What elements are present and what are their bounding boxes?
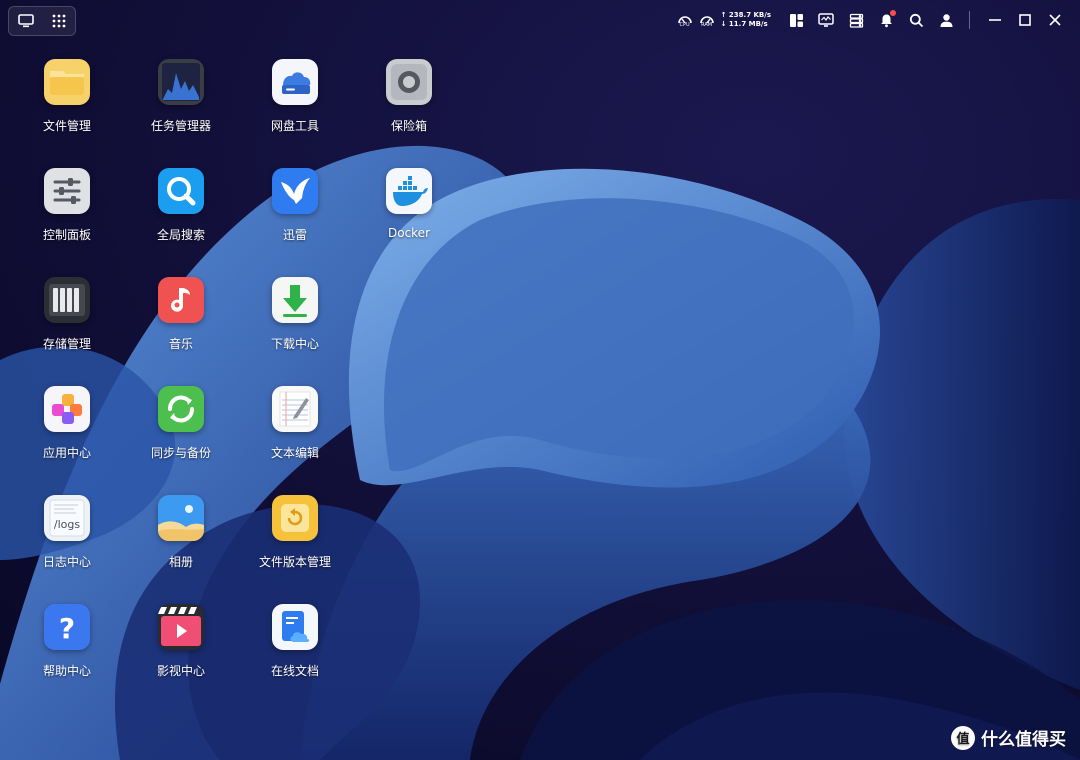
online-document-icon — [272, 604, 318, 650]
app-video-center[interactable]: 影视中心 — [136, 600, 226, 700]
cloud-drive-icon — [272, 59, 318, 105]
folder-icon — [44, 59, 90, 105]
storage-drives-icon — [44, 277, 90, 323]
app-safe-box[interactable]: 保险箱 — [364, 55, 454, 155]
app-docker[interactable]: Docker — [364, 164, 454, 264]
help-question-icon: ? — [44, 604, 90, 650]
network-speed[interactable]: ↑ 238.7 KB/s ↓ 11.7 MB/s — [721, 11, 771, 29]
app-control-panel[interactable]: 控制面板 — [22, 164, 112, 264]
safe-icon — [386, 59, 432, 105]
app-label: 日志中心 — [42, 555, 91, 569]
app-label: 保险箱 — [390, 119, 427, 133]
photo-landscape-icon — [158, 495, 204, 541]
app-grid-icon[interactable] — [48, 10, 70, 32]
server-status-icon[interactable] — [845, 9, 867, 31]
app-label: 影视中心 — [156, 664, 205, 678]
file-version-icon — [272, 495, 318, 541]
app-label: 任务管理器 — [150, 119, 211, 133]
ram-gauge[interactable]: RAM — [699, 13, 715, 28]
app-label: 迅雷 — [282, 228, 307, 242]
app-xunlei[interactable]: 迅雷 — [250, 164, 340, 264]
app-storage-manager[interactable]: 存储管理 — [22, 273, 112, 373]
app-label: 应用中心 — [42, 446, 91, 460]
app-label: 在线文档 — [270, 664, 319, 678]
download-speed: ↓ 11.7 MB/s — [720, 20, 768, 28]
watermark-logo: 值 — [951, 725, 975, 750]
music-note-icon — [158, 277, 204, 323]
ram-label: RAM — [701, 21, 713, 28]
app-sync-backup[interactable]: 同步与备份 — [136, 382, 226, 482]
upload-speed: ↑ 238.7 KB/s — [720, 11, 771, 19]
app-log-center[interactable]: /logs 日志中心 — [22, 491, 112, 591]
app-global-search[interactable]: 全局搜索 — [136, 164, 226, 264]
app-text-editor[interactable]: 文本编辑 — [250, 382, 340, 482]
resource-monitor-icon[interactable] — [815, 9, 837, 31]
app-label: 文件版本管理 — [258, 555, 331, 569]
help-icon-text: ? — [59, 612, 75, 645]
app-photo-album[interactable]: 相册 — [136, 491, 226, 591]
app-label: 相册 — [168, 555, 193, 569]
app-label: 帮助中心 — [42, 664, 91, 678]
notification-badge — [890, 10, 896, 16]
app-label: 文本编辑 — [270, 446, 319, 460]
user-account-icon[interactable] — [935, 9, 957, 31]
download-arrow-icon — [272, 277, 318, 323]
app-app-center[interactable]: 应用中心 — [22, 382, 112, 482]
bird-icon — [272, 168, 318, 214]
app-online-documents[interactable]: 在线文档 — [250, 600, 340, 700]
app-download-center[interactable]: 下载中心 — [250, 273, 340, 373]
notification-bell-icon[interactable] — [875, 9, 897, 31]
watermark-text: 什么值得买 — [981, 730, 1066, 750]
video-clapper-icon — [158, 604, 204, 650]
app-music[interactable]: 音乐 — [136, 273, 226, 373]
docker-whale-icon — [386, 168, 432, 214]
sliders-icon — [44, 168, 90, 214]
app-task-manager[interactable]: 任务管理器 — [136, 55, 226, 155]
tray-separator — [969, 11, 970, 29]
app-label: 存储管理 — [42, 337, 91, 351]
app-label: 控制面板 — [42, 228, 91, 242]
app-label: 网盘工具 — [270, 119, 319, 133]
launcher-pill — [8, 6, 76, 36]
app-label: 文件管理 — [42, 119, 91, 133]
app-help-center[interactable]: ? 帮助中心 — [22, 600, 112, 700]
layout-widget-icon[interactable] — [785, 9, 807, 31]
watermark: 值 什么值得买 — [951, 725, 1066, 750]
app-label: 全局搜索 — [156, 228, 205, 242]
logs-icon-text: /logs — [54, 518, 80, 531]
cpu-label: CPU — [679, 21, 690, 28]
activity-chart-icon — [158, 59, 204, 105]
app-blocks-icon — [44, 386, 90, 432]
app-label: Docker — [387, 226, 431, 240]
global-search-icon[interactable] — [905, 9, 927, 31]
system-tray: CPU RAM ↑ 238.7 KB/s ↓ 11.7 MB/s — [677, 8, 1066, 32]
search-icon — [158, 168, 204, 214]
app-label: 音乐 — [168, 337, 193, 351]
app-file-version-manager[interactable]: 文件版本管理 — [250, 491, 340, 591]
top-bar: CPU RAM ↑ 238.7 KB/s ↓ 11.7 MB/s — [0, 0, 1080, 40]
minimize-icon[interactable] — [984, 9, 1006, 31]
app-file-manager[interactable]: 文件管理 — [22, 55, 112, 155]
app-label: 下载中心 — [270, 337, 319, 351]
notepad-pen-icon — [272, 386, 318, 432]
sync-icon — [158, 386, 204, 432]
app-label: 同步与备份 — [150, 446, 211, 460]
maximize-icon[interactable] — [1014, 9, 1036, 31]
logs-icon: /logs — [44, 495, 90, 541]
desktop-icon[interactable] — [15, 10, 37, 32]
app-cloud-drive-tools[interactable]: 网盘工具 — [250, 55, 340, 155]
cpu-gauge[interactable]: CPU — [677, 13, 693, 28]
close-icon[interactable] — [1044, 9, 1066, 31]
